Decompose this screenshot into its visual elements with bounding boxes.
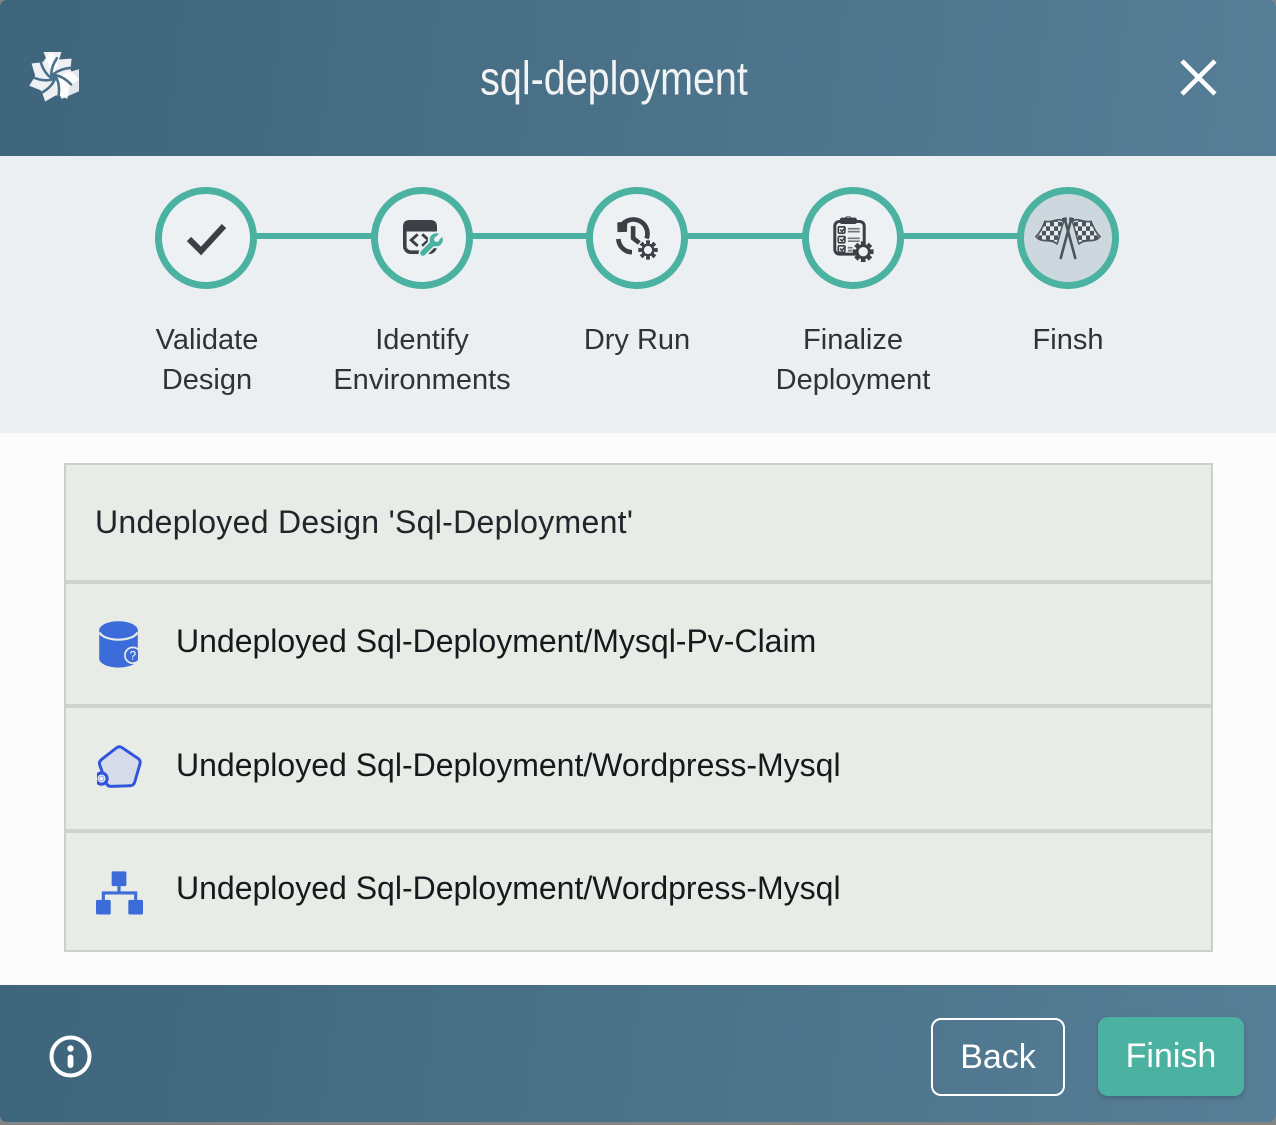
svg-text:?: ?	[129, 648, 136, 662]
